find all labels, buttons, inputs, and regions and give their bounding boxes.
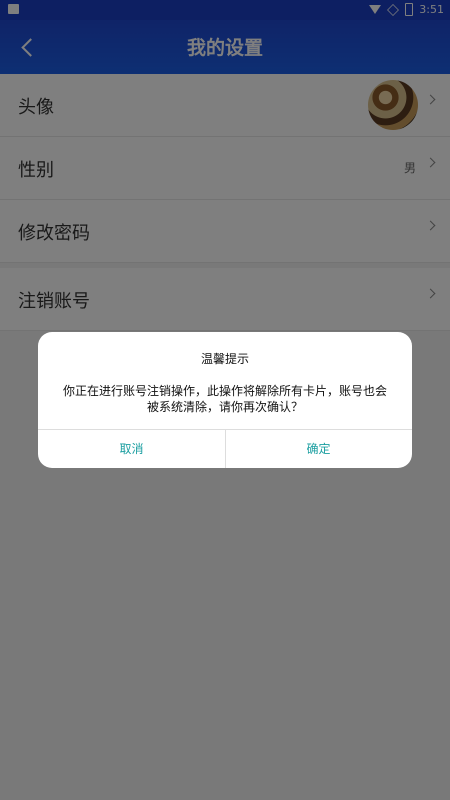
cancel-button[interactable]: 取消 bbox=[38, 430, 225, 468]
dialog-message: 你正在进行账号注销操作，此操作将解除所有卡片，账号也会被系统清除，请你再次确认？ bbox=[62, 384, 387, 414]
dialog-title: 温馨提示 bbox=[200, 352, 249, 366]
confirm-button[interactable]: 确定 bbox=[225, 430, 412, 468]
confirm-dialog: 温馨提示 你正在进行账号注销操作，此操作将解除所有卡片，账号也会被系统清除，请你… bbox=[38, 332, 412, 468]
